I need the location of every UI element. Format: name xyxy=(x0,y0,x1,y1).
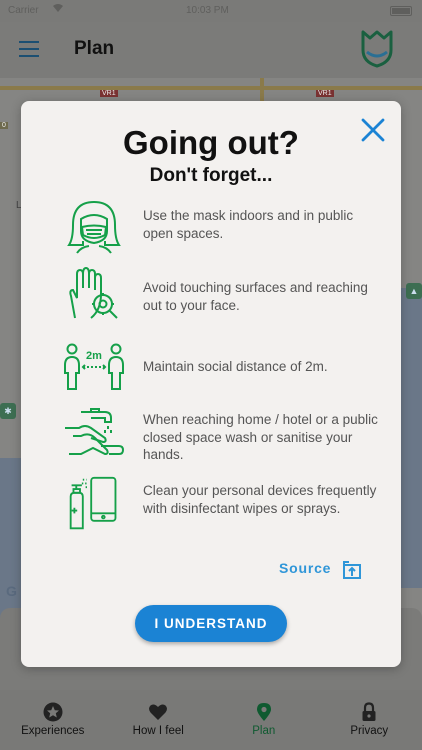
device-sanitizer-icon xyxy=(69,476,117,530)
tab-how-i-feel[interactable]: How I feel xyxy=(106,690,212,750)
open-external-icon[interactable] xyxy=(342,560,362,580)
status-bar: Carrier 10:03 PM xyxy=(0,0,422,22)
wifi-icon xyxy=(52,3,64,16)
dialog-title: Going out? xyxy=(123,124,299,161)
shield-logo-icon xyxy=(361,30,393,68)
social-distance-icon: 2m xyxy=(64,343,124,390)
tip-text: Clean your personal devices frequently w… xyxy=(143,483,377,516)
tip-item: Clean your personal devices frequently w… xyxy=(21,476,401,536)
map-road xyxy=(0,86,422,90)
dialog-subtitle: Don't forget... xyxy=(149,165,273,186)
tab-label: Experiences xyxy=(21,725,85,737)
tip-text: Use the mask indoors and in public open … xyxy=(143,208,354,241)
tip-item: Use the mask indoors and in public open … xyxy=(21,199,401,259)
tab-plan[interactable]: Plan xyxy=(211,690,317,750)
hamburger-menu-icon[interactable] xyxy=(19,41,39,57)
i-understand-button[interactable]: I UNDERSTAND xyxy=(135,605,287,642)
going-out-dialog: Going out? Don't forget... Use the mask … xyxy=(21,101,401,667)
tab-privacy[interactable]: Privacy xyxy=(317,690,422,750)
map-poi-icon[interactable]: ✱ xyxy=(0,403,16,419)
distance-label: 2m xyxy=(86,350,102,362)
tab-label: Plan xyxy=(252,725,276,737)
status-time: 10:03 PM xyxy=(186,5,229,16)
star-circle-icon xyxy=(43,702,63,722)
hand-washing-icon xyxy=(65,408,125,456)
face-mask-icon xyxy=(67,201,121,254)
road-badge: 0 xyxy=(0,122,8,129)
battery-icon xyxy=(390,6,412,16)
tab-experiences[interactable]: Experiences xyxy=(0,690,106,750)
map-poi-icon[interactable]: ▲ xyxy=(406,283,422,299)
map-google-watermark: G xyxy=(6,583,17,599)
tip-text: Maintain social distance of 2m. xyxy=(143,359,328,374)
lock-icon xyxy=(362,702,376,721)
road-badge: VR1 xyxy=(316,90,334,97)
heart-icon xyxy=(149,704,168,720)
tab-bar: Experiences How I feel Plan Privacy xyxy=(0,690,422,750)
app-header: Plan xyxy=(0,22,422,78)
tab-label: How I feel xyxy=(132,725,184,737)
tip-item: When reaching home / hotel or a public c… xyxy=(21,406,401,466)
map-pin-icon xyxy=(256,703,271,721)
hand-virus-icon xyxy=(69,266,118,319)
source-link[interactable]: Source xyxy=(279,560,331,576)
road-badge: VR1 xyxy=(100,90,118,97)
page-title: Plan xyxy=(74,38,115,59)
tab-label: Privacy xyxy=(350,725,389,737)
carrier-label: Carrier xyxy=(8,5,39,16)
tip-item: 2m Maintain social distance of 2m. xyxy=(21,339,401,399)
tip-text: Avoid touching surfaces and reaching out… xyxy=(143,280,368,313)
tip-item: Avoid touching surfaces and reaching out… xyxy=(21,266,401,326)
tip-text: When reaching home / hotel or a public c… xyxy=(143,412,378,462)
